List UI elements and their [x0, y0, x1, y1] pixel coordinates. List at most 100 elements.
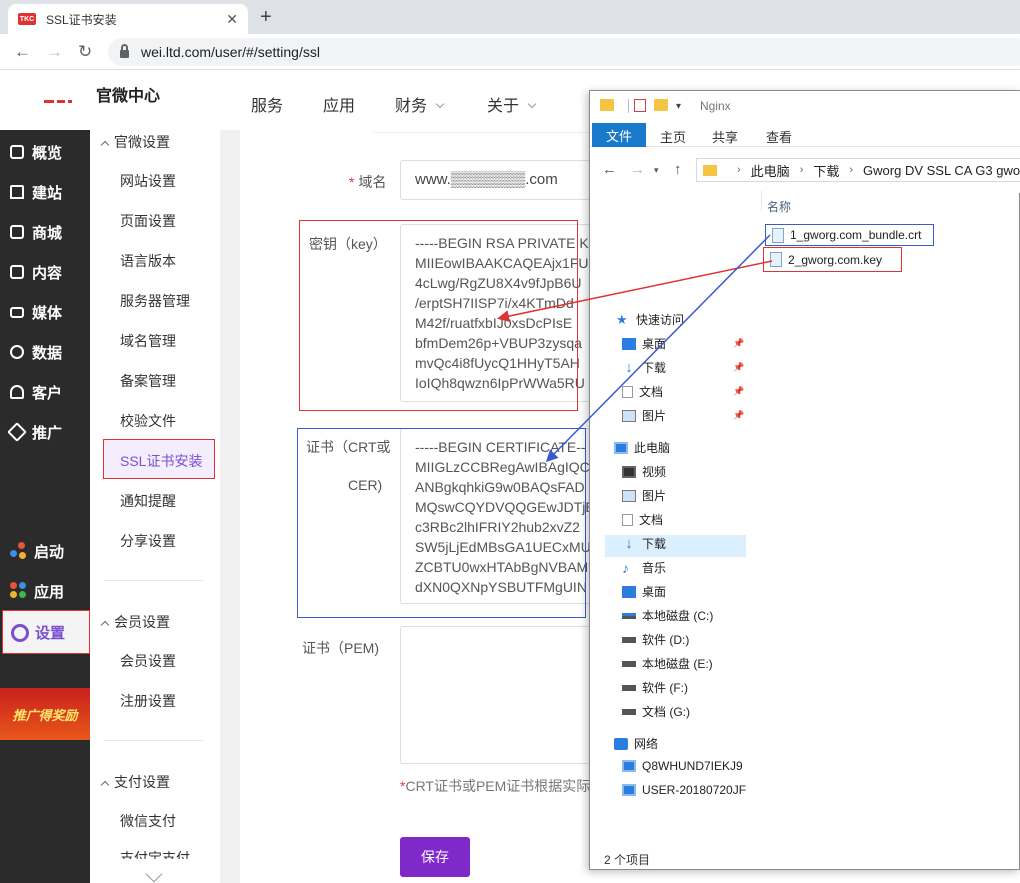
- sidebar-item-build[interactable]: 建站: [0, 172, 90, 212]
- sidebar-item-promote[interactable]: 推广: [0, 412, 90, 452]
- breadcrumb-item[interactable]: Gworg DV SSL CA G3 gworg.com: [863, 163, 1020, 178]
- up-icon[interactable]: ↑: [674, 161, 682, 178]
- domain-select[interactable]: www.▒▒▒▒▒▒▒.com: [400, 160, 600, 200]
- nav-desktop[interactable]: 桌面: [622, 335, 666, 352]
- ribbon-tab-file[interactable]: 文件: [592, 123, 646, 147]
- group-header-site-settings[interactable]: 官微设置: [100, 132, 170, 152]
- sidebar-item-data[interactable]: 数据: [0, 332, 90, 372]
- nav-apps[interactable]: 应用: [323, 92, 355, 116]
- forward-icon[interactable]: →: [46, 42, 63, 62]
- sidebar-item-label: 商城: [32, 224, 63, 242]
- nav-network-host[interactable]: USER-20180720JF: [622, 783, 746, 797]
- key-file-icon: [770, 252, 782, 267]
- sub-item-member-settings[interactable]: 会员设置: [120, 651, 176, 671]
- sidebar-item-label: 启动: [34, 543, 65, 561]
- reload-icon[interactable]: ↻: [78, 42, 92, 62]
- divider: [104, 740, 204, 741]
- nav-drive-c[interactable]: 本地磁盘 (C:): [622, 607, 713, 624]
- close-icon[interactable]: ✕: [226, 11, 238, 28]
- sidebar-item-apps[interactable]: 应用: [0, 571, 90, 611]
- group-header-payment[interactable]: 支付设置: [100, 772, 170, 792]
- sidebar-item-label: 应用: [34, 583, 65, 601]
- nav-pc-desktop[interactable]: 桌面: [622, 583, 666, 600]
- pin-icon[interactable]: 📌: [733, 386, 744, 397]
- nav-videos[interactable]: 视频: [622, 463, 666, 480]
- ribbon-tab-share[interactable]: 共享: [712, 127, 738, 146]
- sub-item-ssl[interactable]: SSL证书安装: [103, 439, 215, 479]
- file-item-key[interactable]: 2_gworg.com.key: [763, 247, 902, 272]
- pin-icon[interactable]: 📌: [733, 338, 744, 349]
- nav-finance[interactable]: 财务: [395, 92, 445, 116]
- nav-about[interactable]: 关于: [487, 92, 537, 116]
- back-icon[interactable]: ←: [602, 161, 617, 178]
- nav-this-pc[interactable]: 此电脑: [614, 439, 670, 456]
- nav-drive-d[interactable]: 软件 (D:): [622, 631, 689, 648]
- chevron-down-icon[interactable]: [145, 865, 163, 883]
- ribbon-tab-home[interactable]: 主页: [660, 127, 686, 146]
- sub-item-alipay[interactable]: 支付宝支付: [120, 851, 190, 859]
- browser-tab[interactable]: TKC SSL证书安装 ✕: [8, 4, 248, 34]
- divider: [761, 191, 762, 211]
- column-header-name[interactable]: 名称: [767, 198, 791, 215]
- sub-item-notify[interactable]: 通知提醒: [120, 491, 176, 511]
- sidebar-item-shop[interactable]: 商城: [0, 212, 90, 252]
- picture-icon: [622, 409, 636, 422]
- nav-network[interactable]: 网络: [614, 735, 658, 752]
- nav-drive-e[interactable]: 本地磁盘 (E:): [622, 655, 713, 672]
- breadcrumb-item[interactable]: 此电脑: [751, 161, 790, 180]
- sub-item-domain[interactable]: 域名管理: [120, 331, 176, 351]
- nav-pc-downloads[interactable]: ↓ 下载: [622, 535, 666, 552]
- download-icon: ↓: [625, 358, 633, 376]
- forward-icon[interactable]: →: [630, 161, 645, 178]
- site-favicon: TKC: [18, 13, 36, 25]
- new-folder-icon[interactable]: [654, 99, 668, 111]
- new-tab-icon[interactable]: +: [260, 6, 272, 29]
- nav-pc-documents[interactable]: 文档: [622, 511, 663, 528]
- nav-services[interactable]: 服务: [251, 92, 283, 116]
- sub-item-register[interactable]: 注册设置: [120, 691, 176, 711]
- sidebar-item-launch[interactable]: 启动: [0, 531, 90, 571]
- sidebar-item-settings[interactable]: 设置: [2, 610, 90, 654]
- nav-network-host[interactable]: Q8WHUND7IEKJ9: [622, 759, 743, 773]
- sub-item-verify-file[interactable]: 校验文件: [120, 411, 176, 431]
- sidebar-item-label: 内容: [32, 264, 63, 282]
- logo-text[interactable]: 官微中心: [96, 82, 160, 106]
- pem-textarea[interactable]: [400, 626, 600, 764]
- url-field[interactable]: wei.ltd.com/user/#/setting/ssl: [108, 38, 1020, 66]
- sub-item-wechat-pay[interactable]: 微信支付: [120, 811, 176, 831]
- sub-item-share[interactable]: 分享设置: [120, 531, 176, 551]
- back-icon[interactable]: ←: [14, 42, 31, 62]
- nav-drive-g[interactable]: 文档 (G:): [622, 703, 690, 720]
- recent-dropdown-icon[interactable]: ▾: [654, 165, 659, 176]
- promo-banner[interactable]: 推广得奖励: [0, 688, 90, 740]
- sidebar-item-media[interactable]: 媒体: [0, 292, 90, 332]
- sidebar-item-customers[interactable]: 客户: [0, 372, 90, 412]
- breadcrumb-item[interactable]: 下载: [813, 161, 839, 180]
- nav-downloads[interactable]: ↓ 下载: [622, 359, 666, 376]
- nav-pc-pictures[interactable]: 图片: [622, 487, 666, 504]
- pin-icon[interactable]: 📌: [733, 410, 744, 421]
- sub-item-filing[interactable]: 备案管理: [120, 371, 176, 391]
- sidebar-item-overview[interactable]: 概览: [0, 132, 90, 172]
- sub-item-server[interactable]: 服务器管理: [120, 291, 190, 311]
- sub-item-language[interactable]: 语言版本: [120, 251, 176, 271]
- nav-pictures[interactable]: 图片: [622, 407, 666, 424]
- nav-music[interactable]: ♪ 音乐: [622, 559, 666, 576]
- properties-icon[interactable]: [634, 99, 646, 112]
- breadcrumb[interactable]: › 此电脑 › 下载 › Gworg DV SSL CA G3 gworg.co…: [696, 158, 1020, 182]
- sidebar-item-content[interactable]: 内容: [0, 252, 90, 292]
- file-item-crt[interactable]: 1_gworg.com_bundle.crt: [765, 224, 934, 246]
- sub-item-page-settings[interactable]: 页面设置: [120, 211, 176, 231]
- quick-access-dropdown-icon[interactable]: ▾: [676, 101, 681, 112]
- ribbon-tab-view[interactable]: 查看: [766, 127, 792, 146]
- save-button[interactable]: 保存: [400, 837, 470, 877]
- ribbon: 文件 主页 共享 查看: [590, 121, 1020, 147]
- sidebar-item-label: 建站: [32, 184, 63, 202]
- nav-documents[interactable]: 文档: [622, 383, 663, 400]
- nav-quick-access[interactable]: ★ 快速访问: [616, 311, 684, 328]
- sub-item-website-settings[interactable]: 网站设置: [120, 171, 176, 191]
- group-header-member[interactable]: 会员设置: [100, 612, 170, 632]
- pin-icon[interactable]: 📌: [733, 362, 744, 373]
- nav-label: 网络: [634, 737, 659, 751]
- nav-drive-f[interactable]: 软件 (F:): [622, 679, 688, 696]
